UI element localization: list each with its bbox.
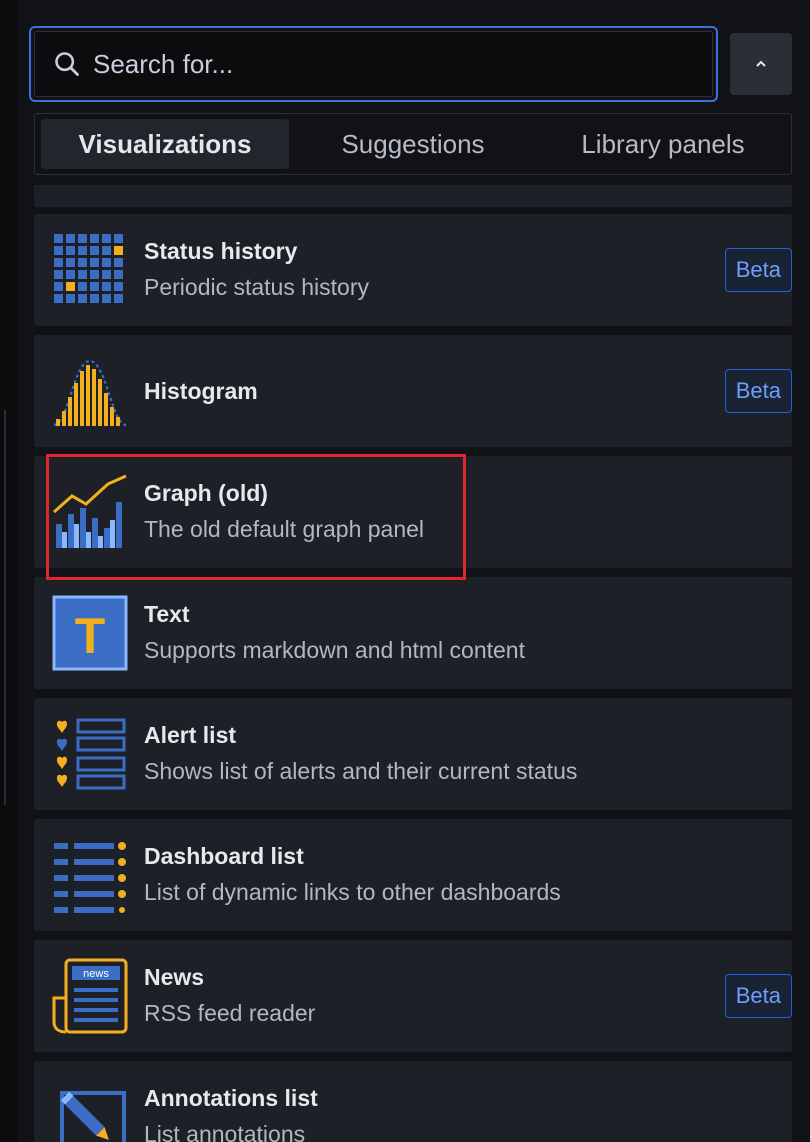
chevron-up-icon [756,60,766,67]
beta-badge: Beta [724,369,792,413]
tab-bar: Visualizations Suggestions Library panel… [34,113,792,175]
alert-list-icon [56,718,126,790]
item-title: News [144,964,205,990]
item-title: Histogram [144,378,258,404]
item-description: Supports markdown and html content [144,637,525,663]
viz-item-annotations-list[interactable]: Annotations list List annotations [34,1061,792,1142]
item-title: Status history [144,238,298,264]
item-title: Annotations list [144,1085,318,1111]
search-box [34,31,713,97]
viz-item-histogram[interactable]: Histogram Beta [34,335,792,447]
beta-badge: Beta [724,248,792,292]
tab-library-panels[interactable]: Library panels [545,119,781,169]
item-title: Text [144,601,190,627]
svg-text:news: news [83,968,109,980]
left-sidebar-edge [0,0,19,1142]
viz-item-alert-list[interactable]: Alert list Shows list of alerts and thei… [34,698,792,810]
status-history-icon [54,234,123,303]
item-description: Periodic status history [144,274,369,300]
sidebar-divider [4,410,6,805]
beta-badge: Beta [724,974,792,1018]
item-description: RSS feed reader [144,1000,316,1026]
list-item-partial[interactable] [34,185,792,207]
search-input[interactable] [91,47,655,81]
viz-item-dashboard-list[interactable]: Dashboard list List of dynamic links to … [34,819,792,931]
item-title: Dashboard list [144,843,304,869]
dashboard-list-icon [54,842,126,913]
item-description: List annotations [144,1121,306,1142]
histogram-icon [53,359,127,427]
item-title: Alert list [144,722,237,748]
viz-item-news[interactable]: news News RSS feed reader Beta [34,940,792,1052]
tab-suggestions[interactable]: Suggestions [307,119,519,169]
highlight-box [46,454,466,580]
tab-visualizations[interactable]: Visualizations [41,119,289,169]
item-description: List of dynamic links to other dashboard… [144,879,561,905]
search-field-wrapper [29,26,718,102]
collapse-button[interactable] [730,33,792,95]
item-description: Shows list of alerts and their current s… [144,758,578,784]
annotations-list-icon [60,1091,126,1142]
viz-item-text[interactable]: T Text Supports markdown and html conten… [34,577,792,689]
visualization-list: Status history Periodic status history B… [34,185,792,1142]
search-icon [55,52,79,76]
svg-text:T: T [75,608,106,664]
text-icon: T [52,595,128,671]
news-icon: news [52,958,128,1034]
viz-item-status-history[interactable]: Status history Periodic status history B… [34,214,792,326]
